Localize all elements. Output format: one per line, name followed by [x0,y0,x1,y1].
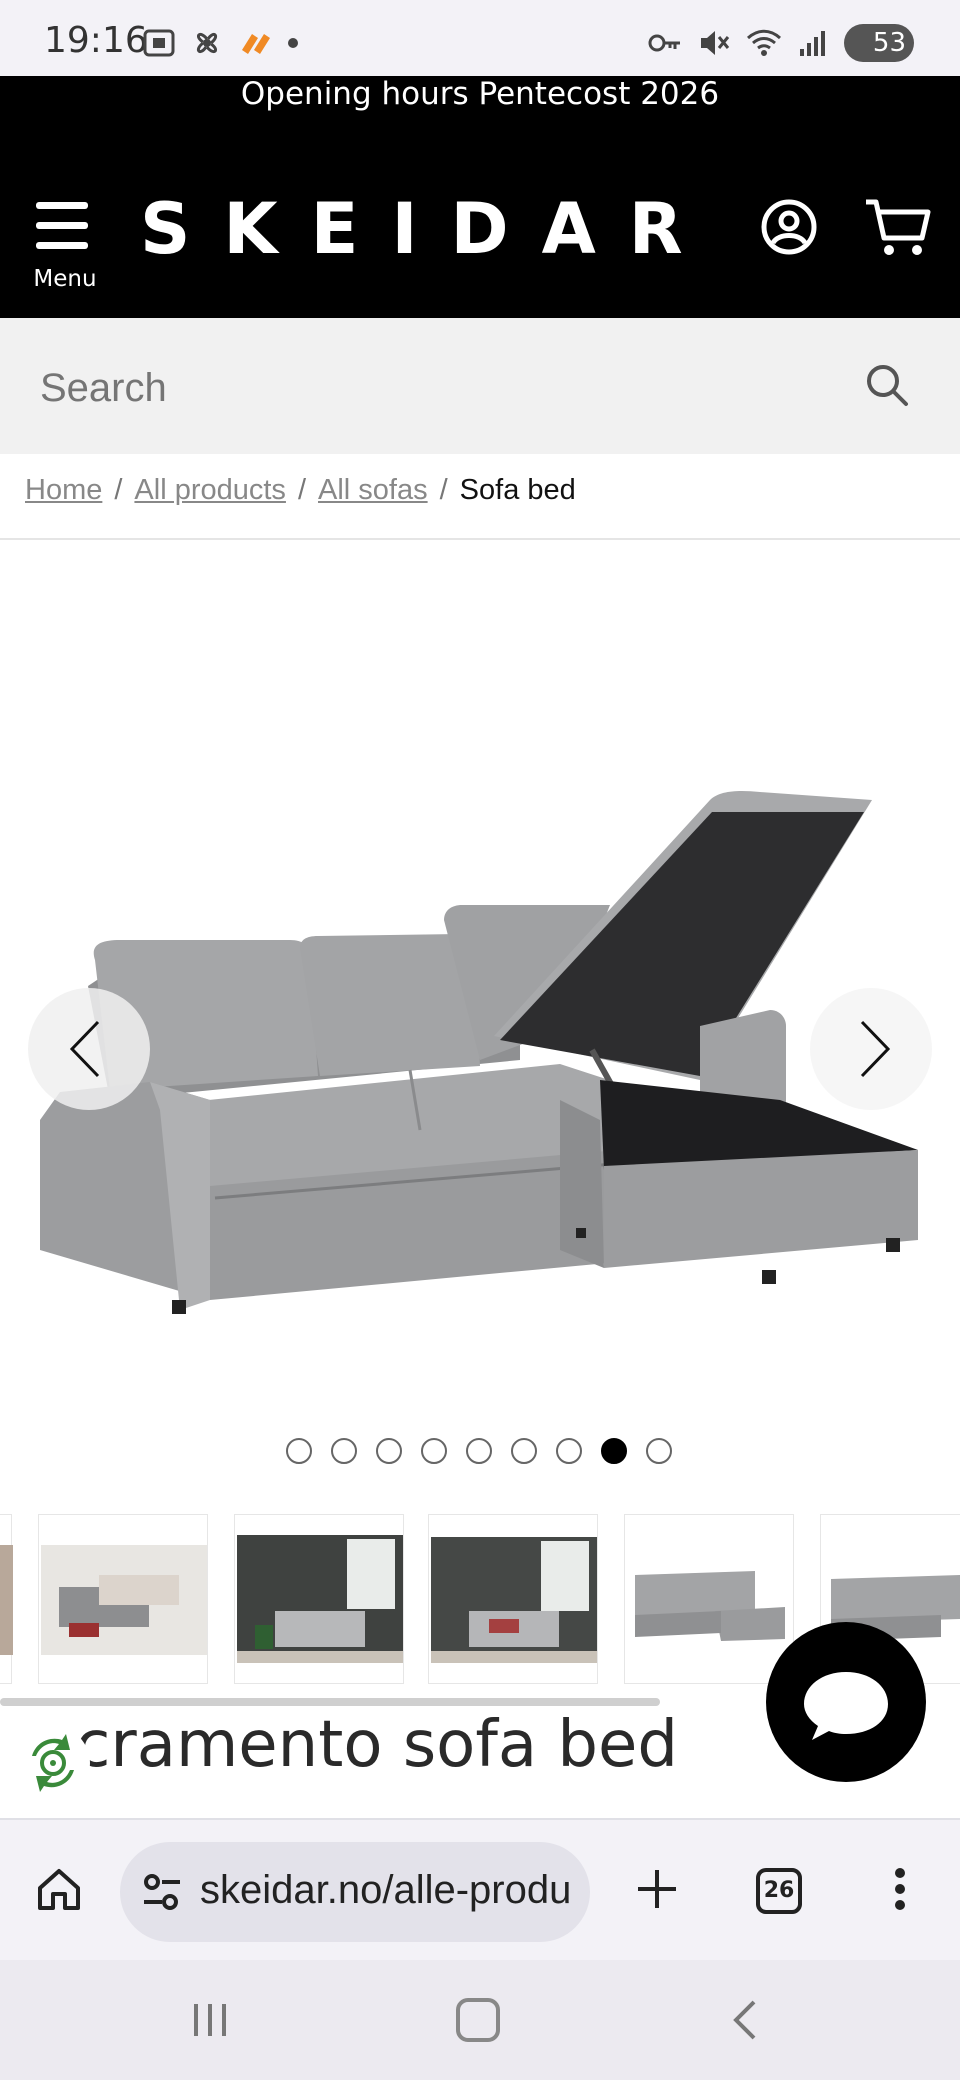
breadcrumb-current: Sofa bed [459,474,576,506]
hamburger-icon-bar [36,242,88,249]
eco-recycle-icon[interactable] [16,1726,90,1800]
more-vert-icon[interactable] [890,1866,910,1912]
hamburger-icon [36,202,88,209]
search-input[interactable] [40,358,820,418]
gallery-dot-2[interactable] [331,1438,357,1464]
gallery-dot-8-active[interactable] [601,1438,627,1464]
breadcrumb-separator: / [114,474,123,506]
home-nav-icon[interactable] [456,1998,500,2042]
app-notification-icon [242,34,270,54]
promo-banner[interactable]: Opening hours Pentecost 2026 [0,76,960,112]
menu-button[interactable]: Menu [30,202,97,292]
address-bar[interactable]: skeidar.no/alle-produ [120,1842,590,1942]
breadcrumb: Home / All products / All sofas / Sofa b… [25,474,576,507]
menu-label: Menu [33,266,97,292]
cart-icon[interactable] [864,196,932,260]
status-time: 19:16 [44,20,148,61]
home-icon[interactable] [36,1866,82,1912]
site-settings-icon[interactable] [140,1870,184,1914]
recent-apps-icon[interactable] [190,2000,230,2040]
gallery-dot-7[interactable] [556,1438,582,1464]
thumbnail-dark-room-2[interactable] [428,1514,598,1684]
gallery-dot-5[interactable] [466,1438,492,1464]
chevron-right-icon [860,1020,891,1078]
browser-toolbar: skeidar.no/alle-produ 26 [0,1818,960,1960]
mute-icon [701,31,730,55]
hamburger-icon-bar [36,222,88,229]
chat-bubble-icon [804,1672,888,1740]
system-navigation-bar [0,1960,960,2080]
skeidar-logo[interactable]: SKEIDAR [140,188,716,270]
battery-indicator: 53 [844,24,914,62]
thumbnail-image [0,1545,13,1655]
url-text: skeidar.no/alle-produ [200,1868,572,1912]
thumbnail-image [41,1545,207,1655]
gallery-prev-button[interactable] [28,988,150,1110]
gallery-dot-9[interactable] [646,1438,672,1464]
breadcrumb-all-sofas[interactable]: All sofas [318,474,428,507]
thumbnail-scrollbar[interactable] [0,1698,660,1706]
thumbnail-image [237,1535,403,1663]
gallery-dot-3[interactable] [376,1438,402,1464]
tab-switcher-button[interactable]: 26 [756,1868,802,1914]
battery-level: 53 [872,28,906,58]
chat-button[interactable] [766,1622,926,1782]
site-header: Opening hours Pentecost 2026 Menu SKEIDA… [0,76,960,318]
gallery-dot-4[interactable] [421,1438,447,1464]
back-icon[interactable] [730,1998,760,2042]
status-system-icons: 53 [648,24,914,62]
gallery-dots [286,1438,672,1464]
wifi-icon [746,29,782,56]
search-bar [0,318,960,454]
thumbnail-image [431,1537,597,1663]
breadcrumb-separator: / [439,474,448,506]
signal-icon [800,31,825,56]
gallery-dot-6[interactable] [511,1438,537,1464]
vpn-key-icon [648,34,680,52]
more-notifications-dot-icon [288,38,298,48]
chevron-left-icon [69,1020,100,1078]
breadcrumb-separator: / [297,474,306,506]
status-notification-icons [142,26,300,60]
fan-icon [196,32,218,54]
user-circle-icon[interactable] [760,198,818,256]
gallery-dot-1[interactable] [286,1438,312,1464]
thumbnail-dark-room-1[interactable] [234,1514,404,1684]
product-title: acramento sofa bed [36,1708,679,1782]
thumbnail-living-room[interactable] [38,1514,208,1684]
screenshot-icon [143,29,175,57]
plus-icon[interactable] [634,1866,680,1912]
breadcrumb-all-products[interactable]: All products [134,474,286,507]
thumbnail-partial[interactable] [0,1514,13,1684]
breadcrumb-home[interactable]: Home [25,474,102,507]
gallery-next-button[interactable] [810,988,932,1110]
status-bar: 19:16 53 [0,0,960,76]
magnifier-icon[interactable] [864,362,910,408]
